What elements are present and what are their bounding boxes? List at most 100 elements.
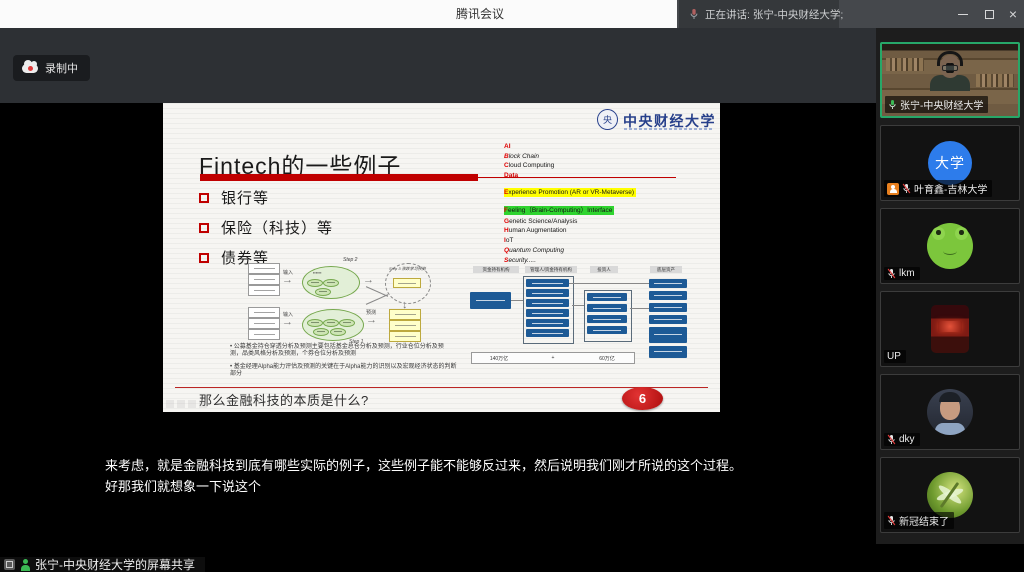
tech-item: Genetic Science/Analysis (504, 217, 720, 227)
diagram-box (393, 278, 421, 288)
portrait-avatar (927, 389, 973, 435)
participant-name-label: 新冠结束了 (884, 512, 954, 529)
diagram-box (248, 263, 280, 274)
frog-avatar (927, 223, 973, 269)
diagram-box (587, 326, 627, 334)
participant-tile-lkm[interactable]: lkm (880, 208, 1020, 284)
tech-item-highlight-green: Feeling（Brain-Computing）Interface (504, 206, 614, 216)
flow-header: 管理人/资金持有机构 (525, 266, 577, 273)
participant-name-label: UP (884, 350, 906, 363)
diagram-box (587, 304, 627, 312)
page-number-badge: 6 (622, 387, 663, 410)
share-screen-icon (4, 559, 15, 570)
arrow-icon: → (282, 276, 293, 284)
diagram-ellipse (330, 328, 346, 336)
diagram-box (389, 309, 421, 320)
restore-icon (985, 10, 994, 19)
diagram-box (526, 299, 569, 307)
diagram-box (470, 292, 511, 309)
record-dot-icon (28, 66, 33, 71)
tech-item-highlight-yellow: Experience Promotion (AR or VR-Metaverse… (504, 188, 636, 198)
tech-item: IoT (504, 236, 720, 246)
share-banner-text: 张宁-中央财经大学的屏幕共享 (35, 557, 195, 572)
mic-active-icon (888, 99, 897, 110)
diagram-box (248, 285, 280, 296)
tech-item: AI (504, 142, 720, 152)
footer-question: 那么金融科技的本质是什么? (199, 390, 369, 409)
participants-sidebar[interactable]: 张宁-中央财经大学 大学 叶育鑫-吉林大学 (876, 28, 1024, 544)
diagram-box (649, 291, 687, 300)
arrow-icon: ↓ (402, 301, 408, 309)
diagram-micro-label: ▪▪▪▪▪▪ (313, 270, 322, 275)
connector-line (630, 308, 649, 309)
diagram-box (248, 318, 280, 329)
presenter-figure (930, 55, 970, 91)
bookshelf-decor (886, 58, 924, 71)
connector-line (511, 300, 523, 301)
diagram-box (526, 329, 569, 337)
minimize-button[interactable] (950, 0, 976, 28)
slide-note: • 基金经理Alpha能力评估及预测的关键在于Alpha能力的识别以及宏观经济状… (230, 364, 460, 377)
participant-name-label: lkm (884, 267, 920, 280)
presenter-controls-ghost (166, 400, 207, 408)
mic-muted-icon (902, 183, 911, 194)
mic-muted-icon (887, 268, 896, 279)
diagram-box (649, 303, 687, 312)
diagram-box (526, 319, 569, 327)
caption-line-1: 来考虑，就是金融科技到底有哪些实际的例子，这些例子能不能够反过来，然后说明我们刚… (105, 455, 825, 476)
bullet-square-icon (199, 253, 209, 263)
flow-header: 资金持有机构 (473, 266, 519, 273)
participant-name-label: 叶育鑫-吉林大学 (884, 180, 992, 197)
screen-share-stage: 录制中 央 中央财经大学 Fintech的一些例子 银行等 保险（科技）等 债券… (0, 28, 876, 544)
diagram-box (587, 315, 627, 323)
mic-muted-icon (887, 515, 896, 526)
bullet-item: 银行等 (199, 187, 269, 208)
tech-item: Security..... (504, 256, 720, 266)
footer-divider (175, 387, 708, 388)
step-label: Step 3 涨跌学习预测 (389, 266, 426, 272)
arrow-icon: → (282, 318, 293, 326)
participant-tile-zhangning[interactable]: 张宁-中央财经大学 (880, 42, 1020, 118)
close-button[interactable]: × (1000, 0, 1024, 28)
flow-header: 底层资产 (650, 266, 682, 273)
caption-line-2: 好那我们就想象一下说这个 (105, 476, 825, 497)
participant-tile-up[interactable]: UP (880, 291, 1020, 367)
presenter-person-icon (20, 559, 30, 570)
participant-name-label: dky (884, 433, 920, 446)
diagram-box (587, 293, 627, 301)
diagram-ellipse (307, 279, 323, 287)
speaker-mic-icon (689, 8, 699, 20)
title-underline (200, 174, 478, 181)
restore-button[interactable] (976, 0, 1002, 28)
diagram-ellipse (323, 319, 339, 327)
slide: 央 中央财经大学 Fintech的一些例子 银行等 保险（科技）等 债券等 AI… (163, 103, 720, 412)
participant-tile-yeyuxin[interactable]: 大学 叶育鑫-吉林大学 (880, 125, 1020, 201)
diagram-ellipse (339, 319, 355, 327)
arcade-machine-avatar (931, 305, 969, 353)
member-badge-icon (887, 183, 899, 195)
bookshelf-decor (976, 74, 1014, 87)
diagram-box (248, 307, 280, 318)
totals-bar: 140万亿 + 60万亿 (471, 352, 635, 364)
diagram-box (526, 289, 569, 297)
diagram-box (526, 279, 569, 287)
tech-item: Data (504, 171, 720, 181)
bullet-square-icon (199, 223, 209, 233)
stage-top-strip: 录制中 (0, 28, 876, 103)
diagram-ellipse (313, 328, 329, 336)
cloud-record-icon (22, 64, 38, 73)
diagram-ellipse (307, 319, 323, 327)
minimize-icon (958, 14, 968, 15)
recording-label: 录制中 (45, 60, 78, 76)
tech-item: Human Augmentation (504, 226, 720, 236)
diagram-ellipse (323, 279, 339, 287)
participant-tile-xinguan[interactable]: 新冠结束了 (880, 457, 1020, 533)
diagram-box (649, 279, 687, 288)
speaking-status-text: 正在讲话: 张宁-中央财经大学; (705, 7, 843, 22)
speaking-indicator: 正在讲话: 张宁-中央财经大学; (679, 0, 839, 28)
tech-item: Quantum Computing (504, 246, 720, 256)
diagram-box (526, 309, 569, 317)
tech-item: Block Chain (504, 152, 720, 162)
participant-tile-dky[interactable]: dky (880, 374, 1020, 450)
recording-badge[interactable]: 录制中 (13, 55, 90, 81)
